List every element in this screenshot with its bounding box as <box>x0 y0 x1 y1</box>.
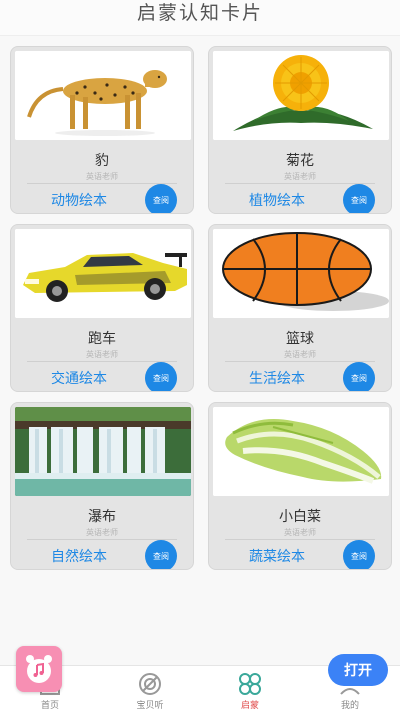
card-title: 瀑布 <box>88 509 116 525</box>
page: 启蒙认知卡片 豹 英语老师 动物绘本 查阅 菊花 英语老师 植物绘本 查阅 跑车… <box>0 0 400 711</box>
basketball-icon <box>213 229 389 318</box>
card-item[interactable]: 篮球 英语老师 生活绘本 查阅 <box>208 224 392 392</box>
card-title: 菊花 <box>286 153 314 169</box>
view-button[interactable]: 查阅 <box>343 362 375 391</box>
card-title: 豹 <box>95 153 109 169</box>
view-button[interactable]: 查阅 <box>145 184 177 213</box>
card-image <box>213 51 389 140</box>
chrysanthemum-icon <box>213 51 389 140</box>
bok-choy-icon <box>213 407 389 496</box>
divider <box>225 361 375 362</box>
view-button[interactable]: 查阅 <box>145 362 177 391</box>
header: 启蒙认知卡片 <box>0 0 400 36</box>
divider <box>225 539 375 540</box>
divider <box>27 361 177 362</box>
tab-enlighten[interactable]: 启蒙 <box>200 666 300 711</box>
card-category[interactable]: 蔬菜绘本 <box>249 546 305 566</box>
card-teacher: 英语老师 <box>284 350 316 359</box>
card-teacher: 英语老师 <box>86 350 118 359</box>
card-category[interactable]: 自然绘本 <box>51 546 107 566</box>
card-item[interactable]: 小白菜 英语老师 蔬菜绘本 查阅 <box>208 402 392 570</box>
waterfall-icon <box>15 407 191 496</box>
card-category[interactable]: 植物绘本 <box>249 190 305 210</box>
card-image <box>213 407 389 496</box>
card-category[interactable]: 生活绘本 <box>249 368 305 388</box>
card-grid: 豹 英语老师 动物绘本 查阅 菊花 英语老师 植物绘本 查阅 跑车 英语老师 交… <box>0 36 400 570</box>
music-alarm-icon <box>26 655 52 683</box>
card-teacher: 英语老师 <box>284 528 316 537</box>
card-image <box>15 229 191 318</box>
tab-label: 我的 <box>340 701 359 711</box>
view-button[interactable]: 查阅 <box>343 540 375 569</box>
open-button[interactable]: 打开 <box>328 654 388 686</box>
card-image <box>213 229 389 318</box>
card-title: 跑车 <box>88 331 116 347</box>
view-button[interactable]: 查阅 <box>343 184 375 213</box>
tab-label: 首页 <box>40 701 59 711</box>
card-item[interactable]: 菊花 英语老师 植物绘本 查阅 <box>208 46 392 214</box>
card-teacher: 英语老师 <box>86 172 118 181</box>
card-category[interactable]: 动物绘本 <box>51 190 107 210</box>
cheetah-icon <box>15 51 191 140</box>
divider <box>27 183 177 184</box>
page-title: 启蒙认知卡片 <box>136 2 263 24</box>
card-item[interactable]: 瀑布 英语老师 自然绘本 查阅 <box>10 402 194 570</box>
divider <box>225 183 375 184</box>
card-item[interactable]: 豹 英语老师 动物绘本 查阅 <box>10 46 194 214</box>
tab-listen[interactable]: 宝贝听 <box>100 666 200 711</box>
app-icon[interactable] <box>16 646 62 692</box>
card-title: 篮球 <box>286 331 314 347</box>
card-image <box>15 407 191 496</box>
listen-icon <box>139 673 161 695</box>
card-image <box>15 51 191 140</box>
view-button[interactable]: 查阅 <box>145 540 177 569</box>
enlighten-icon <box>239 673 261 695</box>
tab-label: 宝贝听 <box>136 701 164 711</box>
tab-label: 启蒙 <box>240 701 259 711</box>
card-teacher: 英语老师 <box>86 528 118 537</box>
divider <box>27 539 177 540</box>
card-teacher: 英语老师 <box>284 172 316 181</box>
sports-car-icon <box>15 229 191 318</box>
card-title: 小白菜 <box>279 509 321 525</box>
card-item[interactable]: 跑车 英语老师 交通绘本 查阅 <box>10 224 194 392</box>
card-category[interactable]: 交通绘本 <box>51 368 107 388</box>
